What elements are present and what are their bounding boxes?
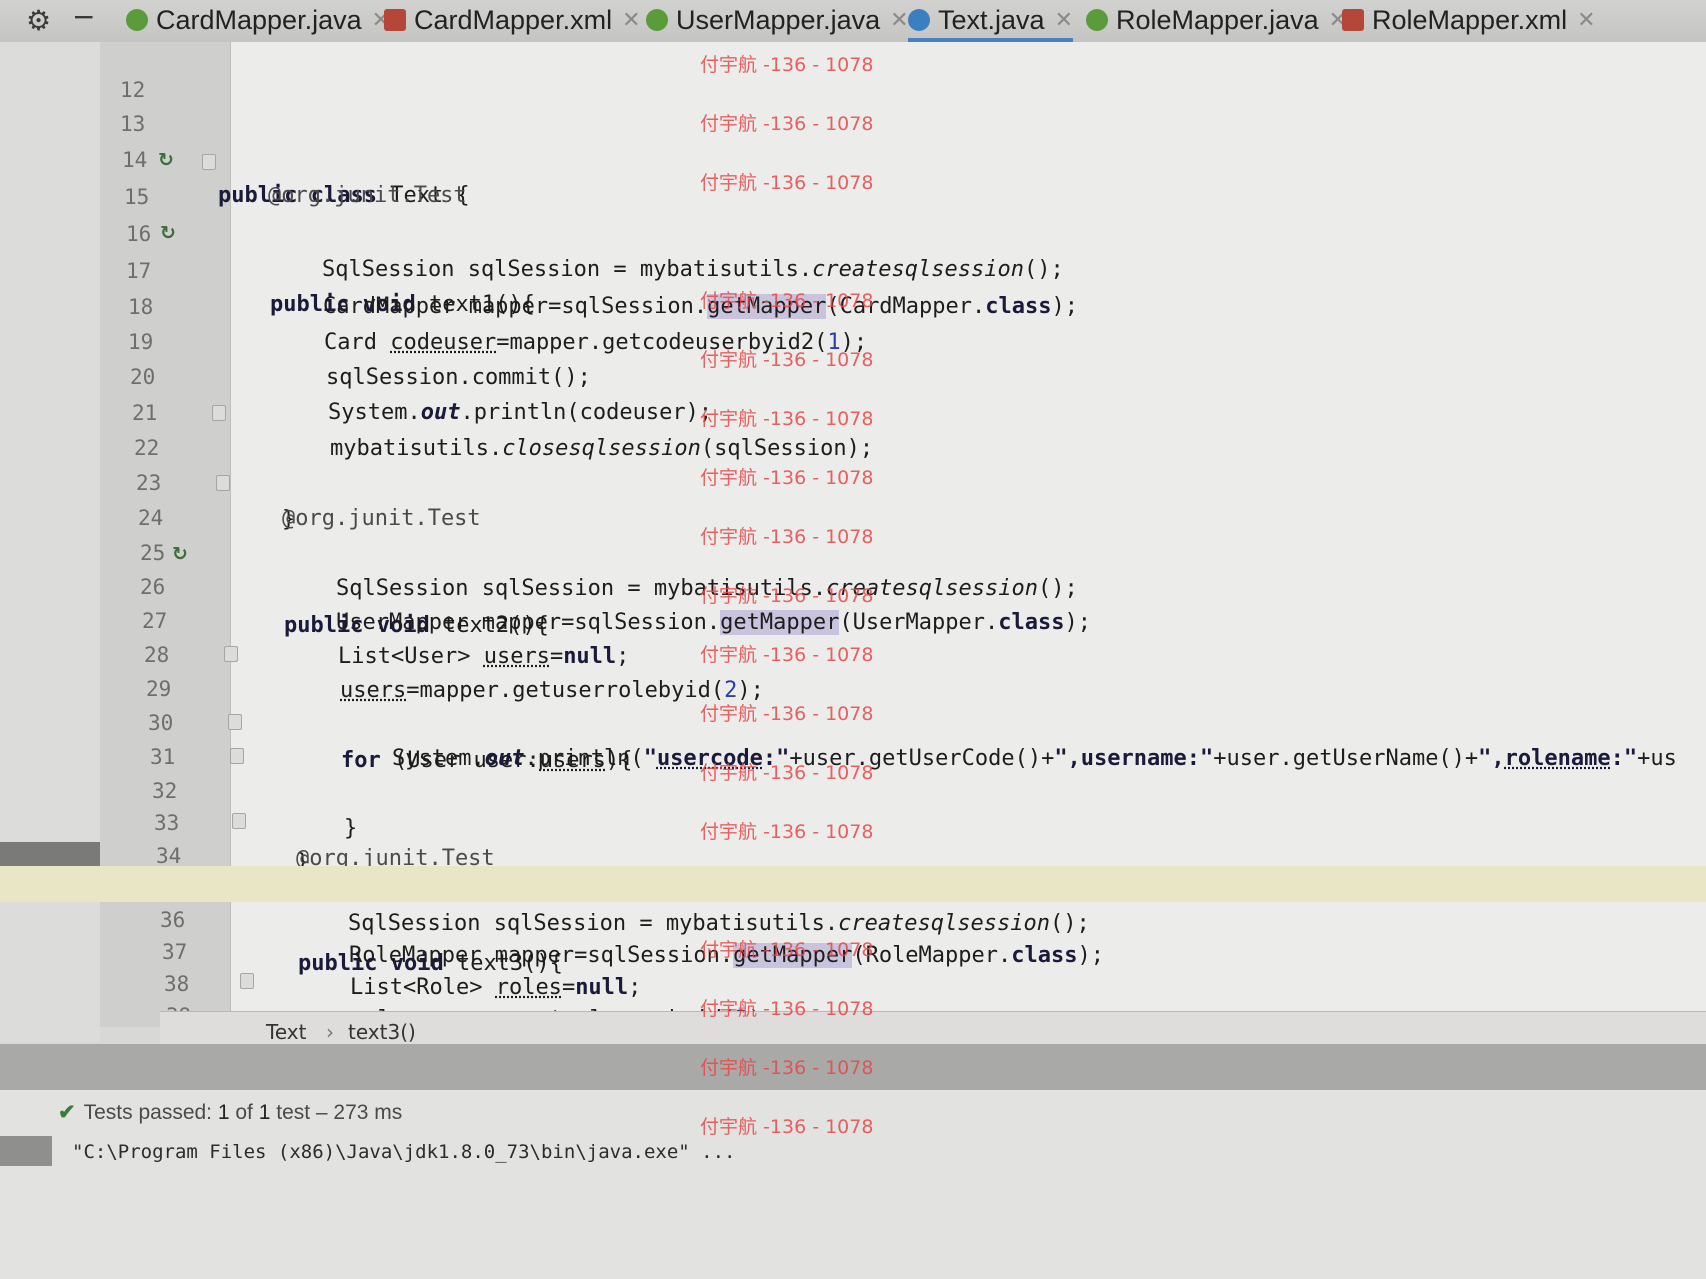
code-line[interactable]: 37 List<Role> roles=null; xyxy=(0,898,1706,1000)
close-icon[interactable]: ✕ xyxy=(622,7,640,33)
tab-label: UserMapper.java xyxy=(676,4,881,35)
close-icon[interactable]: ✕ xyxy=(1577,7,1595,33)
tab-label: CardMapper.java xyxy=(156,4,362,35)
fold-icon[interactable] xyxy=(202,154,216,170)
current-code-line[interactable]: 36 RoleMapper mapper=sqlSession.getMappe… xyxy=(0,866,1706,968)
watermark: 付宇航 -136 - 1078 xyxy=(700,585,874,607)
watermark: 付宇航 -136 - 1078 xyxy=(700,54,874,76)
watermark: 付宇航 -136 - 1078 xyxy=(700,113,874,135)
interface-icon xyxy=(646,9,668,31)
tab-usermapper-java[interactable]: UserMapper.java ✕ xyxy=(646,0,909,40)
status-prefix: Tests passed: xyxy=(83,1101,218,1124)
fold-icon[interactable] xyxy=(232,813,246,829)
breadcrumb-class[interactable]: Text xyxy=(266,1020,306,1044)
tab-label: CardMapper.xml xyxy=(414,4,613,35)
fold-icon[interactable] xyxy=(230,748,244,764)
fold-icon[interactable] xyxy=(240,973,254,989)
watermark: 付宇航 -136 - 1078 xyxy=(700,1116,874,1138)
total-count: 1 xyxy=(258,1101,271,1124)
gear-icon[interactable]: ⚙ xyxy=(26,4,51,37)
watermark: 付宇航 -136 - 1078 xyxy=(700,703,874,725)
class-icon xyxy=(908,9,930,31)
close-icon[interactable]: ✕ xyxy=(1055,7,1073,33)
close-icon[interactable]: ✕ xyxy=(890,7,908,33)
watermark: 付宇航 -136 - 1078 xyxy=(700,644,874,666)
status-of: of xyxy=(229,1101,259,1124)
run-side-panel xyxy=(0,1136,52,1166)
check-icon: ✔ xyxy=(58,1101,76,1124)
fold-icon[interactable] xyxy=(224,646,238,662)
xml-file-icon xyxy=(384,9,406,31)
tab-rolemapper-java[interactable]: RoleMapper.java ✕ xyxy=(1086,0,1347,40)
minus-icon[interactable]: − xyxy=(72,0,95,33)
watermark: 付宇航 -136 - 1078 xyxy=(700,408,874,430)
watermark: 付宇航 -136 - 1078 xyxy=(700,1057,874,1079)
fold-icon[interactable] xyxy=(216,475,230,491)
watermark: 付宇航 -136 - 1078 xyxy=(700,821,874,843)
code-line[interactable]: 23 @org.junit.Test xyxy=(0,429,1706,531)
watermark: 付宇航 -136 - 1078 xyxy=(700,526,874,548)
code-line[interactable]: 17 CardMapper mapper=sqlSession.getMappe… xyxy=(0,217,1706,319)
watermark: 付宇航 -136 - 1078 xyxy=(700,467,874,489)
breadcrumb-separator: › xyxy=(326,1020,334,1044)
watermark: 付宇航 -136 - 1078 xyxy=(700,998,874,1020)
run-command: "C:\Program Files (x86)\Java\jdk1.8.0_73… xyxy=(72,1141,736,1163)
tab-rolemapper-xml[interactable]: RoleMapper.xml ✕ xyxy=(1342,0,1596,40)
tab-text-java[interactable]: Text.java ✕ xyxy=(908,0,1073,42)
watermark: 付宇航 -136 - 1078 xyxy=(700,349,874,371)
interface-icon xyxy=(126,9,148,31)
tab-label: Text.java xyxy=(938,4,1045,35)
watermark: 付宇航 -136 - 1078 xyxy=(700,762,874,784)
passed-count: 1 xyxy=(217,1101,230,1124)
fold-icon[interactable] xyxy=(228,714,242,730)
watermark: 付宇航 -136 - 1078 xyxy=(700,290,874,312)
test-status: ✔ Tests passed: 1 of 1 test – 273 ms xyxy=(58,1100,402,1125)
code-line[interactable]: 39 for (Role role:roles){ xyxy=(0,962,1706,1100)
watermark: 付宇航 -136 - 1078 xyxy=(700,939,874,961)
tab-cardmapper-java[interactable]: CardMapper.java ✕ xyxy=(126,0,390,40)
watermark: 付宇航 -136 - 1078 xyxy=(700,172,874,194)
interface-icon xyxy=(1086,9,1108,31)
xml-file-icon xyxy=(1342,9,1364,31)
fold-icon[interactable] xyxy=(212,405,226,421)
tab-label: RoleMapper.xml xyxy=(1372,4,1568,35)
breadcrumb-method[interactable]: text3() xyxy=(348,1020,416,1044)
code-line[interactable]: 18 Card codeuser=mapper.getcodeuserbyid2… xyxy=(0,253,1706,355)
status-suffix: test – 273 ms xyxy=(270,1101,403,1124)
tab-cardmapper-xml[interactable]: CardMapper.xml ✕ xyxy=(384,0,641,40)
tab-label: RoleMapper.java xyxy=(1116,4,1319,35)
